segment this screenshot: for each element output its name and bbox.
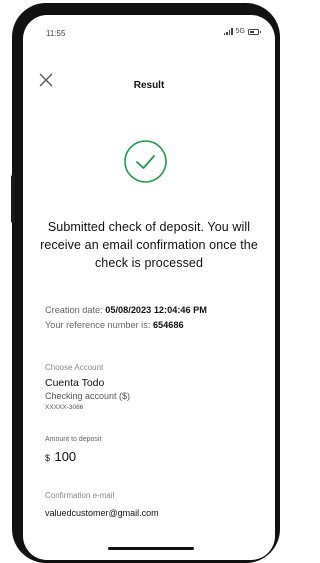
battery-icon bbox=[248, 28, 261, 35]
battery-level bbox=[250, 30, 255, 33]
account-number: XXXXX-3086 bbox=[45, 404, 84, 411]
check-circle-icon bbox=[124, 140, 167, 183]
page-title: Result bbox=[133, 80, 165, 91]
reference-number-value: 654686 bbox=[152, 320, 184, 330]
creation-date-label: Creation date: bbox=[45, 305, 103, 315]
account-name: Cuenta Todo bbox=[45, 377, 105, 389]
status-bar: 11:55 5G bbox=[23, 15, 275, 45]
phone-screen: 11:55 5G Result Submitted check of depos… bbox=[23, 15, 275, 560]
signal-icon bbox=[223, 28, 233, 35]
phone-side-button bbox=[11, 175, 15, 223]
status-icons: 5G bbox=[223, 28, 261, 35]
email-value: valuedcustomer@gmail.com bbox=[45, 508, 159, 518]
currency-symbol: $ bbox=[45, 453, 51, 463]
amount-label: Amount to deposit bbox=[45, 436, 102, 443]
home-indicator[interactable] bbox=[108, 547, 194, 550]
reference-number: Your reference number is: 654686 bbox=[45, 320, 184, 330]
amount-value: 100 bbox=[54, 449, 77, 464]
network-label: 5G bbox=[235, 28, 245, 35]
account-label: Choose Account bbox=[45, 363, 104, 372]
reference-number-label: Your reference number is: bbox=[45, 320, 151, 330]
account-type: Checking account ($) bbox=[45, 391, 131, 401]
creation-date-value: 05/08/2023 12:04:46 PM bbox=[105, 305, 207, 315]
email-label: Confirmation e-mail bbox=[45, 491, 115, 500]
status-time: 11:55 bbox=[46, 29, 66, 38]
creation-date: Creation date: 05/08/2023 12:04:46 PM bbox=[45, 305, 207, 315]
amount-display: $ 100 bbox=[45, 448, 76, 466]
confirmation-message: Submitted check of deposit. You will rec… bbox=[40, 220, 258, 270]
